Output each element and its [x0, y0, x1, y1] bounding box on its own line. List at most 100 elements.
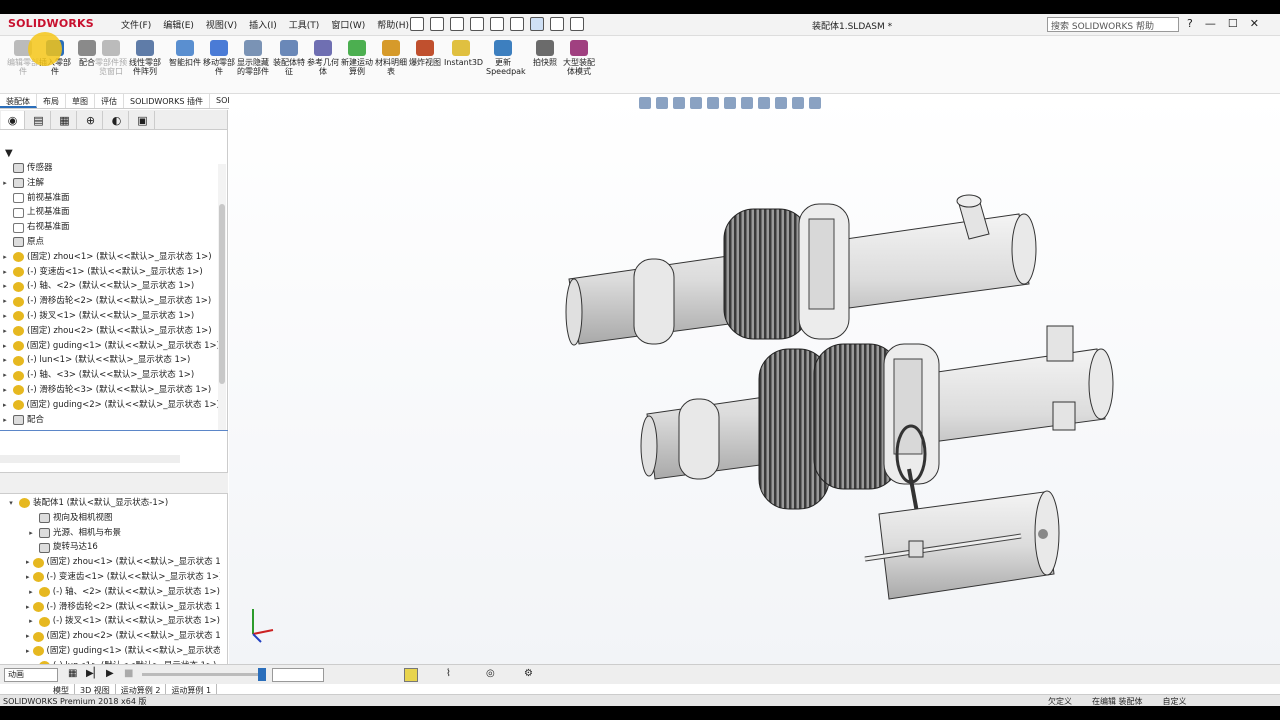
command-7[interactable]: 显示隐藏的零部件	[236, 40, 270, 76]
command-11[interactable]: 材料明细表	[374, 40, 408, 76]
select-icon[interactable]	[530, 17, 544, 31]
tree-node[interactable]: ▸ (-) 滑移齿轮<2> (默认<<默认>_显示状态 1>)	[0, 600, 220, 615]
panel-splitter[interactable]	[0, 430, 228, 431]
spring-icon[interactable]: ⌇	[446, 668, 451, 679]
apply-scene-icon[interactable]	[792, 97, 804, 109]
command-14[interactable]: 更新Speedpak	[486, 40, 526, 76]
tree-node[interactable]: ▸ (-) 变速齿<1> (默认<<默认>_显示状态 1>)	[0, 570, 220, 585]
tree-node[interactable]: 上视基准面	[0, 205, 220, 220]
menu-item-6[interactable]: 帮助(H)	[374, 18, 412, 31]
expand-arrow-icon[interactable]: ▸	[0, 353, 10, 368]
menu-item-5[interactable]: 窗口(W)	[328, 18, 368, 31]
expand-arrow-icon[interactable]: ▸	[26, 629, 30, 644]
expand-arrow-icon[interactable]: ▸	[0, 383, 10, 398]
window-control-2[interactable]: ☐	[1228, 17, 1238, 30]
expand-arrow-icon[interactable]: ▸	[26, 600, 30, 615]
play-from-start-icon[interactable]: ▶▏	[86, 668, 101, 679]
tree-node[interactable]: ▸ (-) 轴、<2> (默认<<默认>_显示状态 1>)	[0, 279, 220, 294]
tree-node[interactable]: 前视基准面	[0, 191, 220, 206]
expand-arrow-icon[interactable]: ▸	[0, 339, 10, 354]
expand-arrow-icon[interactable]: ▸	[0, 398, 10, 413]
feature-tree-tab-icon[interactable]: ◉	[1, 111, 25, 129]
menu-item-2[interactable]: 视图(V)	[203, 18, 240, 31]
menu-item-1[interactable]: 编辑(E)	[160, 18, 197, 31]
tree-node[interactable]: ▸ (-) 轴、<3> (默认<<默认>_显示状态 1>)	[0, 368, 220, 383]
cam-tab-icon[interactable]: ▣	[131, 111, 155, 129]
new-file-icon[interactable]	[430, 17, 444, 31]
undo-icon[interactable]	[510, 17, 524, 31]
expand-arrow-icon[interactable]: ▸	[26, 614, 36, 629]
menu-item-4[interactable]: 工具(T)	[286, 18, 323, 31]
save-icon[interactable]	[470, 17, 484, 31]
graphics-area[interactable]	[229, 94, 1280, 674]
rebuild-icon[interactable]	[550, 17, 564, 31]
tree-node[interactable]: 右视基准面	[0, 220, 220, 235]
stop-icon[interactable]: ■	[124, 668, 133, 679]
view-settings-icon[interactable]	[809, 97, 821, 109]
expand-arrow-icon[interactable]: ▸	[26, 526, 36, 541]
hide-show-icon[interactable]	[758, 97, 770, 109]
tree-node[interactable]: ▸ 注解	[0, 176, 220, 191]
filter-icon[interactable]: ▼	[5, 148, 13, 159]
tree-node[interactable]: ▸ (固定) zhou<2> (默认<<默认>_显示状态 1>)	[0, 629, 220, 644]
play-icon[interactable]: ▶	[106, 668, 114, 679]
tree-node[interactable]: ▸ (固定) zhou<1> (默认<<默认>_显示状态 1>)	[0, 555, 220, 570]
cm-tab-1[interactable]: 布局	[37, 94, 66, 108]
dimxpert-tab-icon[interactable]: ⊕	[79, 111, 103, 129]
expand-arrow-icon[interactable]: ▸	[0, 413, 10, 428]
tree-node[interactable]: ▸ (-) 轴、<2> (默认<<默认>_显示状态 1>)	[0, 585, 220, 600]
tree-node[interactable]: ▸ (固定) guding<2> (默认<<默认>_显示状态 1>)	[0, 398, 220, 413]
tree-node[interactable]: ▸ (-) 拨叉<1> (默认<<默认>_显示状态 1>)	[0, 614, 220, 629]
tree-node[interactable]: ▸ 配合	[0, 413, 220, 428]
tree-node[interactable]: ▸ (固定) zhou<1> (默认<<默认>_显示状态 1>)	[0, 250, 220, 265]
edit-appearance-icon[interactable]	[775, 97, 787, 109]
motor-icon[interactable]	[404, 668, 418, 682]
tree-node[interactable]: 视向及相机视图	[0, 511, 220, 526]
tree-node[interactable]: ▸ (-) lun<1> (默认<<默认>_显示状态 1>)	[0, 353, 220, 368]
cm-tab-3[interactable]: 评估	[95, 94, 124, 108]
expand-arrow-icon[interactable]: ▾	[6, 496, 16, 511]
home-icon[interactable]	[410, 17, 424, 31]
menu-item-0[interactable]: 文件(F)	[118, 18, 154, 31]
tree-node[interactable]: 传感器	[0, 161, 220, 176]
study-type-select[interactable]: 动画	[4, 668, 58, 682]
tree-node[interactable]: 旋转马达16	[0, 540, 220, 555]
tree-node[interactable]: ▸ 光源、相机与布景	[0, 526, 220, 541]
cm-tab-4[interactable]: SOLIDWORKS 插件	[124, 94, 210, 108]
tree-node[interactable]: ▸ (-) 滑移齿轮<2> (默认<<默认>_显示状态 1>)	[0, 294, 220, 309]
expand-arrow-icon[interactable]: ▸	[26, 644, 30, 659]
zoom-to-fit-icon[interactable]	[639, 97, 651, 109]
command-15[interactable]: 拍快照	[528, 40, 562, 67]
dynamic-annotation-icon[interactable]	[707, 97, 719, 109]
configuration-tab-icon[interactable]: ▦	[53, 111, 77, 129]
cm-tab-2[interactable]: 草图	[66, 94, 95, 108]
search-input[interactable]: 搜索 SOLIDWORKS 帮助	[1047, 17, 1179, 32]
command-16[interactable]: 大型装配体模式	[562, 40, 596, 76]
options-icon[interactable]	[570, 17, 584, 31]
cm-tab-0[interactable]: 装配体	[0, 94, 37, 108]
timeline-slider[interactable]	[142, 673, 260, 676]
playback-speed-select[interactable]	[272, 668, 324, 682]
expand-arrow-icon[interactable]: ▸	[0, 176, 10, 191]
previous-view-icon[interactable]	[673, 97, 685, 109]
tree-node[interactable]: ▸ (固定) zhou<2> (默认<<默认>_显示状态 1>)	[0, 324, 220, 339]
command-4[interactable]: 线性零部件阵列	[128, 40, 162, 76]
expand-arrow-icon[interactable]: ▸	[0, 309, 10, 324]
expand-arrow-icon[interactable]: ▸	[26, 570, 30, 585]
tree-node[interactable]: 原点	[0, 235, 220, 250]
upper-gear[interactable]	[723, 203, 850, 340]
calculate-icon[interactable]: ▦	[68, 668, 77, 679]
tree-node[interactable]: ▸ (-) 拨叉<1> (默认<<默认>_显示状态 1>)	[0, 309, 220, 324]
fork-rod-housing[interactable]	[864, 490, 1060, 600]
command-6[interactable]: 移动零部件	[202, 40, 236, 76]
print-icon[interactable]	[490, 17, 504, 31]
command-5[interactable]: 智能扣件	[168, 40, 202, 67]
display-manager-tab-icon[interactable]: ◐	[105, 111, 129, 129]
open-file-icon[interactable]	[450, 17, 464, 31]
zoom-area-icon[interactable]	[656, 97, 668, 109]
command-12[interactable]: 爆炸视图	[408, 40, 442, 67]
tree-node[interactable]: ▸ (固定) guding<1> (默认<<默认>_显示状态 1>)	[0, 339, 220, 354]
section-view-icon[interactable]	[690, 97, 702, 109]
menu-item-3[interactable]: 插入(I)	[246, 18, 280, 31]
expand-arrow-icon[interactable]: ▸	[0, 279, 10, 294]
